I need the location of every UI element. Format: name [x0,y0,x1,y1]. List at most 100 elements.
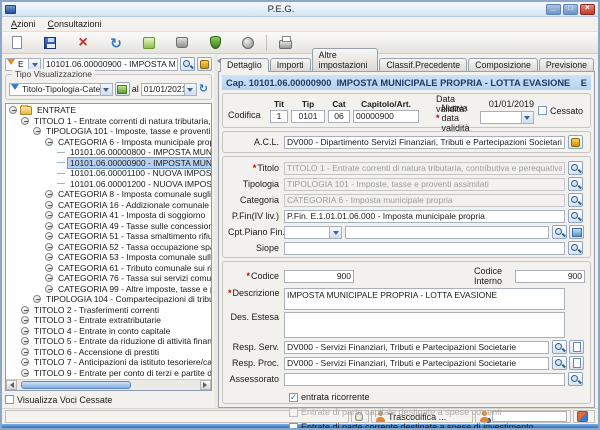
tree-toggle-icon[interactable] [9,106,17,114]
categoria-lookup-button[interactable] [568,193,583,207]
tree-toggle-icon[interactable] [45,222,53,230]
chevron-down-icon[interactable] [184,84,196,95]
maximize-button[interactable]: □ [563,4,578,15]
codice-field[interactable]: 900 [284,270,354,283]
cat-field[interactable]: 06 [328,110,350,123]
tree-toggle-icon[interactable] [21,337,29,345]
shield-button[interactable] [204,33,226,53]
tit-field[interactable]: 1 [270,110,288,123]
tree-toggle-icon[interactable] [21,117,29,125]
resp-proc-detail-button[interactable] [569,356,584,370]
capitolo-art-field[interactable]: 00000900 [353,110,419,123]
tree-item[interactable]: CATEGORIA 6 - Imposta municipale propria [6,137,211,148]
view-mode-select[interactable]: Titolo-Tipologia-Categoria [9,83,113,96]
open-capitolo-button[interactable] [197,57,212,71]
scrollbar-thumb[interactable] [21,381,131,389]
resp-serv-field[interactable]: DV000 - Servizi Finanziari, Tributi e Pa… [284,341,549,354]
close-button[interactable]: × [580,4,595,15]
assessorato-lookup-button[interactable] [568,372,583,386]
descrizione-textarea[interactable]: IMPOSTA MUNICIPALE PROPRIA - LOTTA EVASI… [284,288,565,310]
tree-item[interactable]: CATEGORIA 53 - Imposta comunale sulla pu… [6,252,211,263]
tree-item[interactable]: TITOLO 1 - Entrate correnti di natura tr… [6,116,211,127]
minimize-button[interactable]: _ [546,4,561,15]
tree-toggle-icon[interactable] [45,201,53,209]
tree-item[interactable]: ENTRATE [6,105,211,116]
save-button[interactable] [39,33,61,53]
tree-item[interactable]: TIPOLOGIA 104 - Compartecipazioni di tri… [6,294,211,305]
cpt-piano-fin-field[interactable] [345,226,549,239]
tree-item[interactable]: 10101.06.00000800 - IMPOSTA MUNICIPALE P… [6,147,211,158]
tab-classif-precedente[interactable]: Classif.Precedente [379,58,467,71]
tree-toggle-icon[interactable] [45,253,53,261]
printer-button[interactable] [274,33,296,53]
entrata-ricorrente-checkbox[interactable]: ✓ [289,393,298,402]
pfin-lookup-button[interactable] [568,209,583,223]
tree-item[interactable]: CATEGORIA 99 - Altre imposte, tasse e pr… [6,284,211,295]
tree-toggle-icon[interactable] [21,316,29,324]
pfin-field[interactable]: P.Fin. E.1.01.01.06.000 - Imposta munici… [284,210,565,223]
tree-item[interactable]: CATEGORIA 49 - Tasse sulle concessioni c… [6,221,211,232]
tab-importi[interactable]: Importi [270,58,311,71]
tree-toggle-icon[interactable] [45,232,53,240]
tree-toggle-icon[interactable] [21,306,29,314]
snapshot-button[interactable] [237,33,259,53]
assessorato-field[interactable] [284,373,565,386]
new-document-button[interactable] [6,33,28,53]
scrollbar-track[interactable] [17,380,200,390]
nuova-data-validita-select[interactable] [480,111,534,124]
chevron-down-icon[interactable] [521,112,533,123]
tree-item[interactable]: TITOLO 4 - Entrate in conto capitale [6,326,211,337]
cessato-checkbox[interactable] [538,106,547,115]
acl-field[interactable]: DV000 - Dipartimento Servizi Finanziari,… [284,136,565,149]
menu-azioni[interactable]: Azioni [6,18,41,30]
scroll-right-arrow[interactable] [200,380,211,390]
visualizza-voci-cessate-checkbox[interactable] [5,395,14,404]
tree-item[interactable]: 10101.06.00001100 - NUOVA IMPOSTA MUNICI… [6,168,211,179]
tree-item[interactable]: CATEGORIA 76 - Tassa sui servizi comunal… [6,273,211,284]
tree-horizontal-scrollbar[interactable] [6,379,211,390]
tree-toggle-icon[interactable] [33,295,41,303]
refresh-tree-icon[interactable]: ↻ [199,84,208,95]
codice-interno-field[interactable]: 900 [515,270,585,283]
tree-toggle-icon[interactable] [45,211,53,219]
tree-item[interactable]: TITOLO 5 - Entrate da riduzione di attiv… [6,336,211,347]
tree-item[interactable]: TITOLO 2 - Trasferimenti correnti [6,305,211,316]
tab-composizione[interactable]: Composizione [468,58,538,71]
siope-lookup-button[interactable] [568,241,583,255]
resp-proc-lookup-button[interactable] [552,356,567,370]
tree-toggle-icon[interactable] [45,190,53,198]
titolo-lookup-button[interactable] [568,161,583,175]
tree-item[interactable]: 10101.06.00001200 - NUOVA IMPOSTA MUNICI… [6,179,211,190]
tree-item[interactable]: TIPOLOGIA 101 - Imposte, tasse e provent… [6,126,211,137]
tree-toggle-icon[interactable] [45,285,53,293]
tree-item[interactable]: CATEGORIA 51 - Tassa smaltimento rifiuti… [6,231,211,242]
tree-item[interactable]: CATEGORIA 41 - Imposta di soggiorno [6,210,211,221]
parte-corrente-checkbox[interactable] [289,423,298,430]
tree-item[interactable]: TITOLO 6 - Accensione di prestiti [6,347,211,358]
tab-previsione[interactable]: Previsione [539,58,594,71]
chevron-down-icon[interactable] [329,227,341,238]
tree-toggle-icon[interactable] [33,127,41,135]
tree-item[interactable]: CATEGORIA 16 - Addizionale comunale IRPE… [6,200,211,211]
tree-item[interactable]: CATEGORIA 8 - Imposta comunale sugli imm… [6,189,211,200]
acl-edit-button[interactable] [568,135,583,149]
tree-item[interactable]: CATEGORIA 61 - Tributo comunale sui rifi… [6,263,211,274]
reference-date-select[interactable]: 01/01/2021 [141,83,197,96]
tree-item[interactable]: CATEGORIA 52 - Tassa occupazione spazi e… [6,242,211,253]
tree-toggle-icon[interactable] [45,274,53,282]
cpt-piano-fin-select[interactable] [284,226,342,239]
tree-item[interactable]: TITOLO 7 - Anticipazioni da istituto tes… [6,357,211,368]
refresh-button[interactable] [105,33,127,53]
tipologia-lookup-button[interactable] [568,177,583,191]
delete-button[interactable] [72,33,94,53]
stamp-button[interactable] [171,33,193,53]
tree-item[interactable]: TITOLO 9 - Entrate per conto di terzi e … [6,368,211,379]
resp-serv-detail-button[interactable] [569,340,584,354]
tree-toggle-icon[interactable] [45,243,53,251]
siope-field[interactable] [284,242,565,255]
tab-altre-impostazioni[interactable]: Altre impostazioni [312,48,379,71]
chevron-down-icon[interactable] [28,59,40,70]
tree-toggle-icon[interactable] [45,138,53,146]
des-estesa-textarea[interactable] [284,312,565,338]
tip-field[interactable]: 0101 [291,110,325,123]
